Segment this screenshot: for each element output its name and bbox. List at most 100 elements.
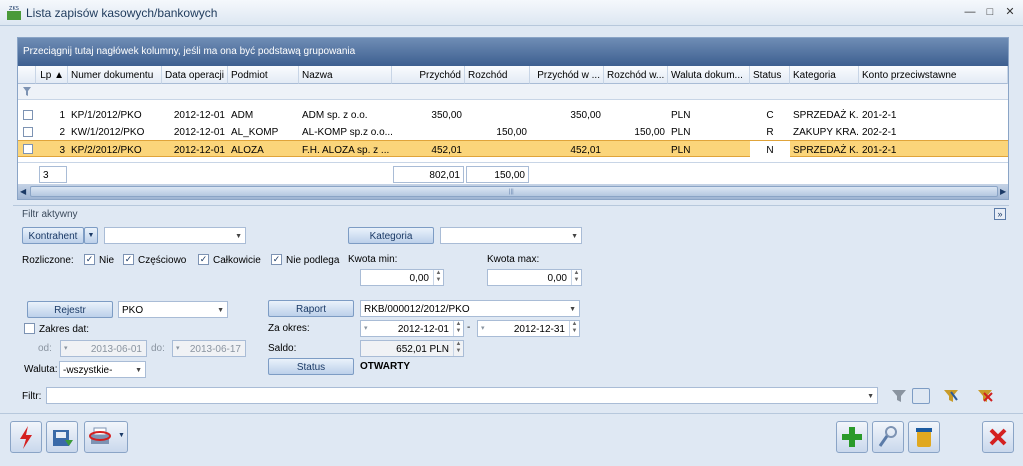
moon-filter-icon[interactable] — [912, 388, 930, 404]
cell-rozchod — [465, 141, 530, 158]
cell-numer: KP/2/2012/PKO — [71, 145, 142, 156]
cell-kategoria: SPRZEDAŻ K... — [793, 145, 859, 156]
okres-od-input[interactable]: ▾ 2012-12-01 ▲ ▼ — [360, 320, 464, 337]
header-konto[interactable]: Konto przeciwstawne — [859, 66, 1008, 84]
status-button[interactable]: Status — [268, 358, 354, 375]
horizontal-scrollbar[interactable]: ◀ ||| ▶ — [18, 184, 1008, 199]
cell-przychod-w: 350,00 — [570, 110, 601, 121]
rozliczone-nie-checkbox[interactable]: ✓ — [84, 254, 95, 265]
cell-numer: KW/1/2012/PKO — [71, 127, 145, 138]
kwota-max-input[interactable]: 0,00 ▲ ▼ — [487, 269, 582, 286]
group-by-area[interactable]: Przeciągnij tutaj nagłówek kolumny, jeśl… — [18, 38, 1008, 66]
kategoria-button[interactable]: Kategoria — [348, 227, 434, 244]
kontrahent-dropdown-icon[interactable]: ▼ — [84, 227, 98, 244]
header-rozchod-w[interactable]: Rozchód w... — [604, 66, 668, 84]
kwota-min-label: Kwota min: — [348, 254, 398, 265]
cell-przychod: 350,00 — [431, 110, 462, 121]
header-lp[interactable]: Lp ▲ — [36, 66, 68, 84]
cell-data: 2012-12-01 — [173, 145, 225, 156]
rozliczone-label: Rozliczone: — [22, 255, 74, 266]
waluta-combo[interactable]: -wszystkie- ▼ — [59, 361, 146, 378]
header-rozchod[interactable]: Rozchód — [465, 66, 530, 84]
cell-rozchod: 150,00 — [496, 127, 527, 138]
cell-konto: 201-2-1 — [862, 145, 897, 156]
filter-clear-icon[interactable] — [976, 388, 994, 404]
edit-button[interactable] — [872, 421, 904, 453]
od-date-input[interactable]: ▾ 2013-06-01 — [60, 340, 147, 357]
add-button[interactable] — [836, 421, 868, 453]
summary-count: 3 — [39, 166, 67, 183]
cell-rozchod-w — [604, 106, 668, 123]
kontrahent-button[interactable]: Kontrahent — [22, 227, 84, 244]
row-checkbox[interactable] — [23, 144, 33, 154]
header-data[interactable]: Data operacji — [162, 66, 228, 84]
cell-data: 2012-12-01 — [173, 127, 225, 138]
rejestr-button[interactable]: Rejestr — [27, 301, 113, 318]
header-podmiot[interactable]: Podmiot — [228, 66, 299, 84]
scroll-right-icon[interactable]: ▶ — [1000, 187, 1006, 196]
kontrahent-combo[interactable]: ▼ — [104, 227, 246, 244]
grip-icon: ||| — [509, 189, 514, 195]
zakres-dat-checkbox[interactable] — [24, 323, 35, 334]
header-waluta[interactable]: Waluta dokum... — [668, 66, 750, 84]
za-okres-label: Za okres: — [268, 323, 310, 334]
od-label: od: — [38, 343, 52, 354]
funnel-icon[interactable] — [890, 388, 908, 404]
filtr-input[interactable]: ▼ — [46, 387, 878, 404]
header-przychod[interactable]: Przychód — [392, 66, 465, 84]
filter-row-icon — [23, 87, 31, 96]
close-window-button[interactable]: ✕ — [1002, 5, 1018, 19]
cell-przychod: 452,01 — [431, 145, 462, 156]
filter-panel-label: Filtr aktywny — [22, 209, 78, 220]
header-status[interactable]: Status — [750, 66, 790, 84]
collapse-panel-icon[interactable]: » — [994, 208, 1006, 220]
delete-button[interactable] — [908, 421, 940, 453]
header-numer[interactable]: Numer dokumentu — [68, 66, 162, 84]
divider — [0, 413, 1023, 414]
close-button[interactable] — [982, 421, 1014, 453]
header-kategoria[interactable]: Kategoria — [790, 66, 859, 84]
cell-status: C — [766, 110, 774, 121]
rozliczone-nie-podlega-checkbox[interactable]: ✓ — [271, 254, 282, 265]
maximize-button[interactable]: □ — [982, 5, 998, 19]
filter-edit-icon[interactable] — [942, 388, 960, 404]
kategoria-combo[interactable]: ▼ — [440, 227, 582, 244]
okres-separator: - — [467, 322, 471, 333]
header-nazwa[interactable]: Nazwa — [299, 66, 392, 84]
row-checkbox[interactable] — [23, 110, 33, 120]
okres-do-input[interactable]: ▾ 2012-12-31 ▲ ▼ — [477, 320, 580, 337]
header-przychod-w[interactable]: Przychód w ... — [530, 66, 604, 84]
rozliczone-czesciowo-label: Częściowo — [138, 255, 187, 266]
scrollbar-thumb[interactable]: ||| — [30, 186, 998, 197]
minimize-button[interactable]: — — [962, 5, 978, 19]
app-logo-icon: ZKS — [7, 6, 21, 20]
export-button[interactable] — [46, 421, 78, 453]
kwota-min-input[interactable]: 0,00 ▲ ▼ — [360, 269, 444, 286]
disk-export-icon — [53, 430, 73, 446]
cell-lp: 1 — [59, 110, 65, 121]
rozliczone-czesciowo-checkbox[interactable]: ✓ — [123, 254, 134, 265]
table-row[interactable]: 1 KP/1/2012/PKO 2012-12-01 ADM ADM sp. z… — [18, 106, 1008, 123]
cell-waluta: PLN — [671, 127, 691, 138]
table-row[interactable]: 2 KW/1/2012/PKO 2012-12-01 AL_KOMP AL-KO… — [18, 123, 1008, 140]
raport-button[interactable]: Raport — [268, 300, 354, 317]
rejestr-combo[interactable]: PKO ▼ — [118, 301, 228, 318]
do-date-input[interactable]: ▾ 2013-06-17 — [172, 340, 246, 357]
print-dropdown-icon[interactable]: ▼ — [118, 432, 125, 439]
table-row-selected[interactable]: 3 KP/2/2012/PKO 2012-12-01 ALOZA F.H. AL… — [18, 140, 1008, 158]
cell-kategoria: SPRZEDAŻ K... — [793, 110, 859, 121]
print-button[interactable]: ▼ — [84, 421, 128, 453]
cell-rozchod-w: 150,00 — [634, 127, 665, 138]
header-select — [18, 66, 36, 84]
lightning-button[interactable] — [10, 421, 42, 453]
magnifier-icon — [878, 426, 897, 447]
row-checkbox[interactable] — [23, 127, 33, 137]
grid-filter-row[interactable] — [18, 84, 1008, 100]
raport-combo[interactable]: RKB/000012/2012/PKO ▼ — [360, 300, 580, 317]
cell-waluta: PLN — [671, 145, 691, 156]
scroll-left-icon[interactable]: ◀ — [20, 187, 26, 196]
close-x-icon — [989, 428, 1007, 446]
rozliczone-calkowicie-label: Całkowicie — [213, 255, 261, 266]
cell-podmiot: AL_KOMP — [231, 127, 279, 138]
rozliczone-calkowicie-checkbox[interactable]: ✓ — [198, 254, 209, 265]
